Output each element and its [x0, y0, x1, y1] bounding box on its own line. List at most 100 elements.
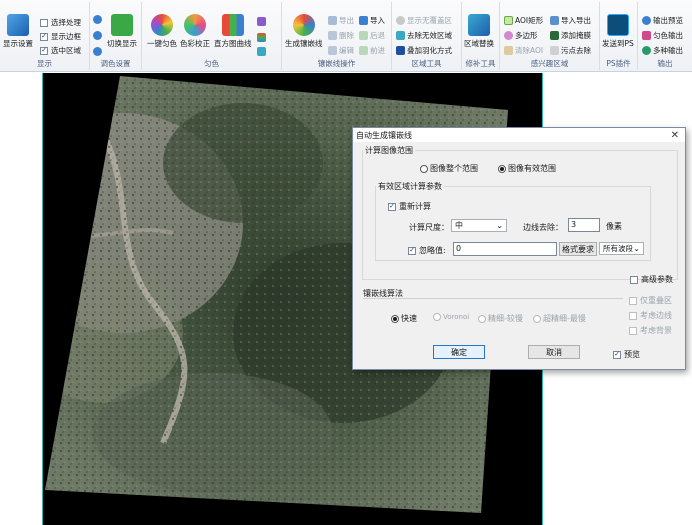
range-valid-radio-dot[interactable] — [498, 164, 506, 173]
group-label-ps-plugin: PS插件 — [606, 59, 631, 68]
advanced-toggle[interactable]: 高级参数 — [630, 274, 673, 285]
import-export-button[interactable]: 导入导出 — [550, 15, 591, 26]
output-preview-button[interactable]: 输出预览 — [642, 15, 683, 26]
overlap-icon — [396, 16, 405, 25]
show-no-overlap-button[interactable]: 显示无覆盖区 — [396, 15, 452, 26]
close-icon[interactable]: ✕ — [671, 130, 679, 141]
import-export-icon — [550, 16, 559, 25]
curve-icon[interactable] — [257, 16, 268, 27]
selected-region-toggle[interactable]: ✓ 选中区域 — [40, 45, 81, 56]
recalculate-checkbox[interactable]: ✓ — [388, 202, 396, 211]
group-color-settings: 切换显示 调色设置 — [90, 2, 142, 70]
selected-region-checkbox[interactable]: ✓ — [40, 46, 48, 55]
ribbon-toolbar: 显示设置 选择处理 ✓ 显示边框 ✓ 选中区域 显示 切换显示 调色设置 一键匀色 … — [0, 0, 692, 72]
group-label-display: 显示 — [37, 59, 52, 68]
show-border-toggle[interactable]: ✓ 显示边框 — [40, 31, 81, 42]
redo-button[interactable]: 前进 — [359, 45, 385, 56]
delete-button[interactable]: 删除 — [328, 30, 354, 41]
group-output: 输出预览 匀色输出 多种输出 输出 — [638, 2, 692, 70]
export-button[interactable]: 导出 — [328, 15, 354, 26]
edge-input[interactable]: 3 — [568, 218, 600, 232]
show-border-checkbox[interactable]: ✓ — [40, 32, 48, 41]
format-req-button[interactable]: 格式要求 — [559, 242, 597, 256]
algo-fast-dot[interactable] — [391, 314, 399, 323]
algo-separator — [363, 298, 623, 299]
remove-invalid-button[interactable]: 去除无效区域 — [396, 30, 452, 41]
overlay-feather-button[interactable]: 叠加羽化方式 — [396, 45, 452, 56]
select-process-checkbox[interactable] — [40, 18, 48, 27]
advanced-checkbox[interactable] — [630, 275, 638, 284]
dialog-titlebar[interactable]: 自动生成镶嵌线 ✕ — [353, 128, 685, 142]
only-overlap-checkbox[interactable] — [629, 296, 637, 305]
color-correct-button[interactable]: 色彩校正 — [180, 14, 210, 49]
ignore-input[interactable]: 0 — [453, 242, 557, 256]
levels-icon[interactable] — [257, 32, 268, 43]
h-icon[interactable] — [93, 30, 104, 41]
algo-voronoi-radio[interactable]: Voronoi — [433, 313, 469, 321]
multi-output-button[interactable]: 多种输出 — [642, 45, 683, 56]
consider-edge-toggle[interactable]: 考虑边线 — [629, 310, 672, 321]
add-mask-button[interactable]: 添加掩膜 — [550, 30, 591, 41]
group-label-region-tools: 区域工具 — [411, 59, 442, 68]
edit-button[interactable]: 编辑 — [328, 45, 354, 56]
group-label-patch-tools: 修补工具 — [465, 59, 496, 68]
consider-bg-toggle[interactable]: 考虑背景 — [629, 325, 672, 336]
undo-button[interactable]: 后退 — [359, 30, 385, 41]
send-ps-button[interactable]: 发送到PS — [602, 14, 634, 49]
polygon-icon — [504, 31, 513, 40]
algo-fast-radio[interactable]: 快速 — [391, 313, 417, 324]
preview-checkbox[interactable]: ✓ — [613, 350, 621, 359]
consider-edge-checkbox[interactable] — [629, 311, 637, 320]
range-valid-radio[interactable]: 图像有效范围 — [498, 163, 556, 174]
ignore-toggle[interactable]: ✓ 忽略值: — [408, 245, 446, 256]
switch-display-button[interactable]: 切换显示 — [107, 14, 137, 49]
gen-seamline-button[interactable]: 生成镶嵌线 — [285, 14, 323, 49]
color-output-icon — [642, 31, 651, 40]
algo-voronoi-dot[interactable] — [433, 313, 441, 321]
algo-ultra-dot[interactable] — [533, 314, 541, 323]
scale-value: 中 — [455, 221, 463, 230]
recalculate-toggle[interactable]: ✓ 重新计算 — [388, 201, 431, 212]
color-palette-icon — [184, 14, 206, 36]
dialog-title: 自动生成镶嵌线 — [356, 130, 412, 140]
import-button[interactable]: 导入 — [359, 15, 385, 26]
chevron-down-icon: ⌄ — [496, 221, 503, 230]
consider-bg-checkbox[interactable] — [629, 326, 637, 335]
aoi-rect-button[interactable]: AOI矩形 — [504, 15, 543, 26]
algo-fine-dot[interactable] — [478, 314, 486, 323]
display-settings-button[interactable]: 显示设置 — [3, 14, 33, 49]
clear-icon — [504, 46, 513, 55]
polygon-button[interactable]: 多边形 — [504, 30, 538, 41]
group-label-uniform-color: 匀色 — [204, 59, 219, 68]
range-whole-radio[interactable]: 图像整个范围 — [420, 163, 478, 174]
range-whole-radio-dot[interactable] — [420, 164, 428, 173]
scale-select[interactable]: 中 ⌄ — [451, 219, 507, 232]
redo-icon — [359, 46, 368, 55]
preview-toggle[interactable]: ✓ 预览 — [613, 349, 640, 360]
group-patch-tools: 区域替换 修补工具 — [462, 2, 500, 70]
group-label-roi: 感兴趣区域 — [530, 59, 569, 68]
only-overlap-toggle[interactable]: 仅重叠区 — [629, 295, 672, 306]
group-roi: AOI矩形 导入导出 多边形 添加掩膜 清除AOI 污点去除 感兴趣区域 — [500, 2, 600, 70]
ok-button[interactable]: 确定 — [433, 345, 485, 359]
color-wheel-icon — [151, 14, 173, 36]
edge-unit: 像素 — [606, 222, 622, 231]
v-icon[interactable] — [93, 14, 104, 25]
remove-dirty-button[interactable]: 污点去除 — [550, 45, 591, 56]
clear-aoi-button[interactable]: 清除AOI — [504, 45, 543, 56]
edge-label: 边线去除： — [523, 223, 563, 232]
balance-icon[interactable] — [257, 46, 268, 57]
s-icon[interactable] — [93, 46, 104, 57]
one-key-uniform-button[interactable]: 一键匀色 — [147, 14, 177, 49]
algo-ultra-radio[interactable]: 超精细-最慢 — [533, 313, 586, 324]
color-output-button[interactable]: 匀色输出 — [642, 30, 683, 41]
hist-curve-button[interactable]: 直方图曲线 — [214, 14, 252, 49]
cancel-button[interactable]: 取消 — [528, 345, 580, 359]
region-replace-button[interactable]: 区域替换 — [464, 14, 494, 49]
ignore-checkbox[interactable]: ✓ — [408, 246, 416, 255]
select-process-toggle[interactable]: 选择处理 — [40, 17, 81, 28]
algo-fine-radio[interactable]: 精细-较慢 — [478, 313, 523, 324]
seamline-icon — [292, 14, 315, 36]
band-select[interactable]: 所有波段 ⌄ — [599, 242, 644, 255]
group-ps-plugin: 发送到PS PS插件 — [600, 2, 638, 70]
